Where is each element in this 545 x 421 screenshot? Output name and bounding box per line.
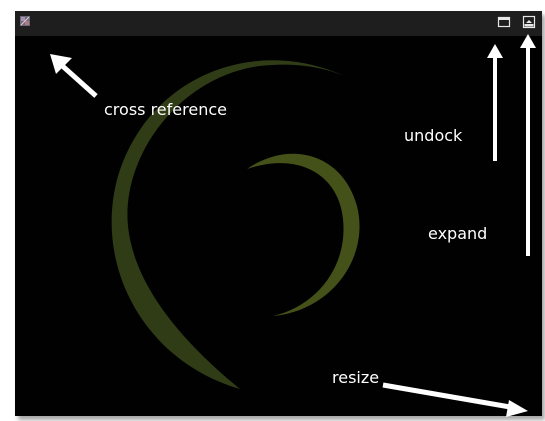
cross-reference-icon[interactable] (19, 15, 31, 27)
expand-label: expand (428, 224, 488, 243)
window-titlebar (15, 11, 542, 36)
undock-icon[interactable] (497, 15, 511, 29)
visualizer-window (15, 11, 542, 416)
cross-reference-label: cross reference (104, 100, 227, 119)
expand-icon[interactable] (522, 15, 536, 29)
inner-crescent-shape (247, 153, 360, 316)
undock-label: undock (404, 126, 463, 145)
resize-label: resize (332, 368, 380, 387)
